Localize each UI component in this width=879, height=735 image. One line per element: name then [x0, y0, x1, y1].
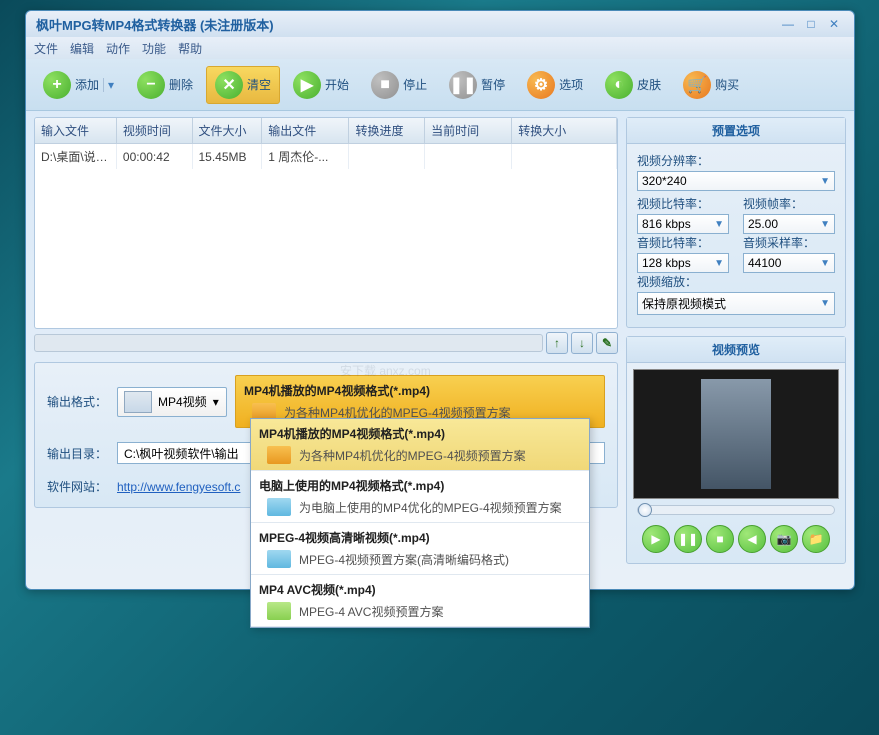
- pause-preview-button[interactable]: ❚❚: [674, 525, 702, 553]
- dir-label: 输出目录：: [47, 445, 109, 462]
- preview-title: 视频预览: [627, 337, 845, 363]
- folder-icon: [267, 498, 291, 516]
- menu-edit[interactable]: 编辑: [70, 40, 94, 57]
- folder-icon: [267, 550, 291, 568]
- format-option[interactable]: MP4 AVC视频(*.mp4)MPEG-4 AVC视频预置方案: [251, 575, 589, 627]
- folder-icon: [267, 446, 291, 464]
- skin-button[interactable]: ◐皮肤: [596, 66, 670, 104]
- close-button[interactable]: ✕: [824, 17, 844, 32]
- prev-button[interactable]: ◀: [738, 525, 766, 553]
- col-input[interactable]: 输入文件: [35, 118, 116, 144]
- stop-icon: ■: [371, 71, 399, 99]
- plus-icon: +: [43, 71, 71, 99]
- scale-label: 视频缩放：: [637, 273, 835, 290]
- chevron-down-icon[interactable]: ▾: [103, 78, 115, 92]
- format-label: 输出格式：: [47, 393, 109, 410]
- snapshot-button[interactable]: 📷: [770, 525, 798, 553]
- format-dropdown-popup: MP4机播放的MP4视频格式(*.mp4)为各种MP4机优化的MPEG-4视频预…: [250, 418, 590, 628]
- col-size[interactable]: 文件大小: [192, 118, 262, 144]
- fps-label: 视频帧率：: [743, 195, 835, 212]
- format-option[interactable]: MPEG-4视频高清晰视频(*.mp4)MPEG-4视频预置方案(高清晰编码格式…: [251, 523, 589, 575]
- table-row[interactable]: D:\桌面\说明... 00:00:42 15.45MB 1 周杰伦-...: [35, 144, 617, 169]
- format-option[interactable]: 电脑上使用的MP4视频格式(*.mp4)为电脑上使用的MP4优化的MPEG-4视…: [251, 471, 589, 523]
- preview-panel: 视频预览 ▶ ❚❚ ■ ◀ 📷 📁: [626, 336, 846, 564]
- col-output[interactable]: 输出文件: [262, 118, 349, 144]
- menu-help[interactable]: 帮助: [178, 40, 202, 57]
- site-label: 软件网站：: [47, 478, 109, 495]
- resolution-label: 视频分辨率：: [637, 152, 835, 169]
- pause-button[interactable]: ❚❚暂停: [440, 66, 514, 104]
- vbitrate-label: 视频比特率：: [637, 195, 729, 212]
- chevron-down-icon: ▼: [820, 176, 830, 187]
- menu-file[interactable]: 文件: [34, 40, 58, 57]
- horizontal-scrollbar[interactable]: [34, 334, 543, 352]
- samplerate-label: 音频采样率：: [743, 234, 835, 251]
- folder-button[interactable]: 📁: [802, 525, 830, 553]
- play-icon: ▶: [293, 71, 321, 99]
- chevron-down-icon: ▼: [820, 258, 830, 269]
- preview-thumbnail: [701, 379, 771, 489]
- stop-button[interactable]: ■停止: [362, 66, 436, 104]
- toolbar: +添加▾ −删除 ✕清空 ▶开始 ■停止 ❚❚暂停 ⚙选项 ◐皮肤 🛒购买: [26, 59, 854, 111]
- start-button[interactable]: ▶开始: [284, 66, 358, 104]
- buy-button[interactable]: 🛒购买: [674, 66, 748, 104]
- preset-panel: 预置选项 视频分辨率： 320*240▼ 视频比特率： 816 kbps▼ 视频…: [626, 117, 846, 328]
- minimize-button[interactable]: —: [778, 17, 798, 32]
- video-icon: [124, 391, 152, 413]
- col-duration[interactable]: 视频时间: [116, 118, 192, 144]
- add-button[interactable]: +添加▾: [34, 66, 124, 104]
- menu-action[interactable]: 动作: [106, 40, 130, 57]
- menubar: 文件 编辑 动作 功能 帮助: [26, 37, 854, 59]
- skin-icon: ◐: [605, 71, 633, 99]
- format-option[interactable]: MP4机播放的MP4视频格式(*.mp4)为各种MP4机优化的MPEG-4视频预…: [251, 419, 589, 471]
- samplerate-select[interactable]: 44100▼: [743, 253, 835, 273]
- window-title: 枫叶MPG转MP4格式转换器 (未注册版本): [36, 15, 274, 34]
- move-up-button[interactable]: ↑: [546, 332, 568, 354]
- abitrate-label: 音频比特率：: [637, 234, 729, 251]
- col-outsize[interactable]: 转换大小: [512, 118, 617, 144]
- play-button[interactable]: ▶: [642, 525, 670, 553]
- format-type-select[interactable]: MP4视频 ▾: [117, 387, 227, 417]
- chevron-down-icon: ▼: [820, 219, 830, 230]
- maximize-button[interactable]: □: [801, 17, 821, 32]
- website-link[interactable]: http://www.fengyesoft.c: [117, 480, 240, 494]
- move-down-button[interactable]: ↓: [571, 332, 593, 354]
- col-time[interactable]: 当前时间: [425, 118, 512, 144]
- scale-select[interactable]: 保持原视频模式▼: [637, 292, 835, 315]
- clear-button[interactable]: ✕清空: [206, 66, 280, 104]
- folder-icon: [267, 602, 291, 620]
- vbitrate-select[interactable]: 816 kbps▼: [637, 214, 729, 234]
- abitrate-select[interactable]: 128 kbps▼: [637, 253, 729, 273]
- clear-icon: ✕: [215, 71, 243, 99]
- titlebar: 枫叶MPG转MP4格式转换器 (未注册版本) — □ ✕: [26, 11, 854, 37]
- pause-icon: ❚❚: [449, 71, 477, 99]
- minus-icon: −: [137, 71, 165, 99]
- chevron-down-icon: ▼: [714, 258, 724, 269]
- file-table: 输入文件 视频时间 文件大小 输出文件 转换进度 当前时间 转换大小 D:\桌面…: [34, 117, 618, 329]
- stop-preview-button[interactable]: ■: [706, 525, 734, 553]
- cart-icon: 🛒: [683, 71, 711, 99]
- preset-title: 预置选项: [627, 118, 845, 144]
- chevron-down-icon: ▼: [714, 219, 724, 230]
- seek-slider[interactable]: [637, 505, 835, 515]
- options-button[interactable]: ⚙选项: [518, 66, 592, 104]
- slider-thumb[interactable]: [638, 503, 652, 517]
- preview-video: [633, 369, 839, 499]
- menu-function[interactable]: 功能: [142, 40, 166, 57]
- delete-button[interactable]: −删除: [128, 66, 202, 104]
- gear-icon: ⚙: [527, 71, 555, 99]
- col-progress[interactable]: 转换进度: [349, 118, 425, 144]
- fps-select[interactable]: 25.00▼: [743, 214, 835, 234]
- chevron-down-icon: ▼: [820, 298, 830, 309]
- edit-button[interactable]: ✎: [596, 332, 618, 354]
- resolution-select[interactable]: 320*240▼: [637, 171, 835, 191]
- chevron-down-icon: ▾: [213, 395, 219, 409]
